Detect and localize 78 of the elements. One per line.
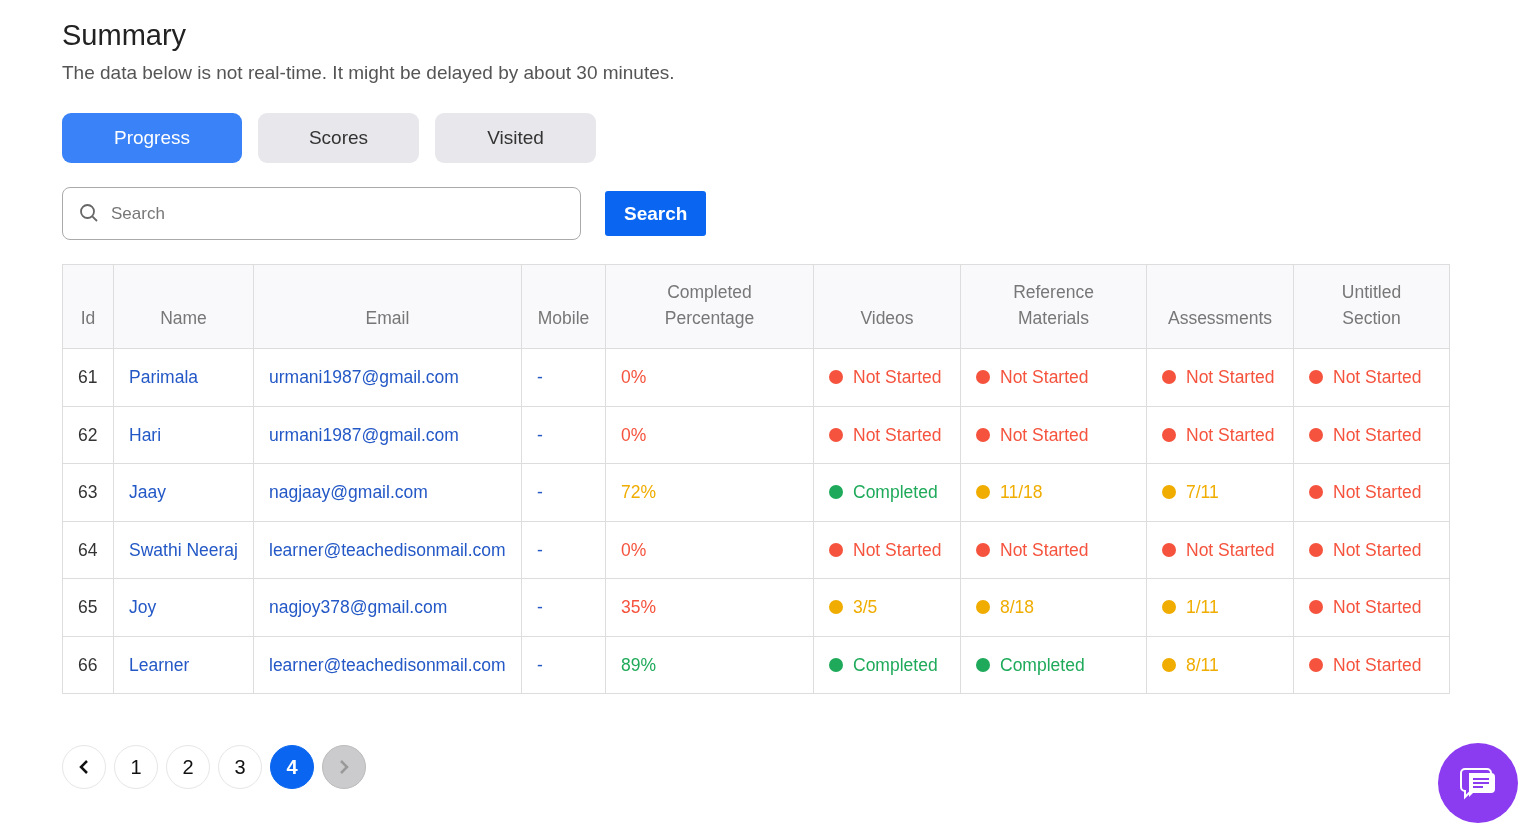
email-link[interactable]: urmani1987@gmail.com (253, 348, 522, 407)
status-text: Not Started (1186, 539, 1275, 560)
table-cell: 65 (62, 578, 114, 637)
status-text: Not Started (1333, 424, 1422, 445)
email-link[interactable]: nagjoy378@gmail.com (253, 578, 522, 637)
status-text: Not Started (1000, 367, 1089, 388)
percentage-cell: 0% (605, 406, 814, 464)
tab[interactable]: Progress (62, 113, 242, 164)
column-header: Email (253, 264, 522, 349)
chevron-right-icon (338, 759, 350, 776)
status-text: Not Started (1333, 482, 1422, 503)
name-link[interactable]: Hari (113, 406, 254, 464)
table-cell: 63 (62, 463, 114, 522)
email-link[interactable]: learner@teachedisonmail.com (253, 521, 522, 579)
status-text: 11/18 (1000, 482, 1043, 503)
table-cell: - (521, 348, 606, 407)
name-link[interactable]: Parimala (113, 348, 254, 407)
table-cell: - (521, 521, 606, 579)
status-text: Not Started (853, 424, 942, 445)
status-text: Not Started (1333, 367, 1422, 388)
name-link[interactable]: Swathi Neeraj (113, 521, 254, 579)
page-title: Summary (62, 18, 188, 53)
table-cell: 61 (62, 348, 114, 407)
table-cell: 66 (62, 636, 114, 694)
table-cell: - (521, 578, 606, 637)
status-text: Not Started (1000, 539, 1089, 560)
status-text: Not Started (1186, 367, 1275, 388)
tab[interactable]: Scores (258, 113, 419, 164)
status-text: 1/11 (1186, 597, 1219, 618)
status-text: Not Started (1333, 654, 1422, 675)
status-text: Completed (853, 654, 938, 675)
status-text: Not Started (1333, 597, 1422, 618)
email-link[interactable]: urmani1987@gmail.com (253, 406, 522, 464)
chat-bubbles-icon (1459, 765, 1497, 801)
percentage-cell: 72% (605, 463, 814, 522)
column-header: Reference Materials (960, 264, 1147, 349)
tab[interactable]: Visited (435, 113, 596, 164)
status-text: Completed (1000, 654, 1085, 675)
name-link[interactable]: Jaay (113, 463, 254, 522)
status-text: 8/18 (1000, 597, 1035, 618)
table-cell: - (521, 463, 606, 522)
percentage-cell: 0% (605, 521, 814, 579)
column-header: Videos (813, 264, 961, 349)
column-header: Mobile (521, 264, 606, 349)
status-text: Not Started (1186, 424, 1275, 445)
table-cell: 62 (62, 406, 114, 464)
previous-page-button[interactable] (62, 745, 106, 790)
email-link[interactable]: nagjaay@gmail.com (253, 463, 522, 522)
status-text: 3/5 (853, 597, 878, 618)
page-button[interactable]: 2 (166, 745, 210, 790)
chevron-left-icon (78, 759, 90, 776)
table-cell: - (521, 406, 606, 464)
table-cell: - (521, 636, 606, 694)
page-subtitle: The data below is not real-time. It might be delayed by about 30 minutes. (62, 60, 676, 85)
column-header: Assessments (1146, 264, 1294, 349)
search-field[interactable]: Search (62, 187, 581, 241)
status-text: Not Started (853, 367, 942, 388)
status-text: Not Started (853, 539, 942, 560)
page-button[interactable]: 4 (270, 745, 314, 790)
page-button[interactable]: 1 (114, 745, 158, 790)
column-header: Untitled Section (1293, 264, 1450, 349)
email-link[interactable]: learner@teachedisonmail.com (253, 636, 522, 694)
status-text: Completed (853, 482, 938, 503)
percentage-cell: 0% (605, 348, 814, 407)
column-header: Name (113, 264, 254, 349)
status-text: Not Started (1000, 424, 1089, 445)
name-link[interactable]: Joy (113, 578, 254, 637)
page-button[interactable]: 3 (218, 745, 262, 790)
percentage-cell: 35% (605, 578, 814, 637)
table-cell: 64 (62, 521, 114, 579)
search-button[interactable]: Search (605, 191, 707, 237)
status-text: 8/11 (1186, 654, 1219, 675)
column-header: Completed Percentage (605, 264, 814, 349)
status-text: 7/11 (1186, 482, 1219, 503)
status-text: Not Started (1333, 539, 1422, 560)
column-header: Id (62, 264, 114, 349)
name-link[interactable]: Learner (113, 636, 254, 694)
percentage-cell: 89% (605, 636, 814, 694)
